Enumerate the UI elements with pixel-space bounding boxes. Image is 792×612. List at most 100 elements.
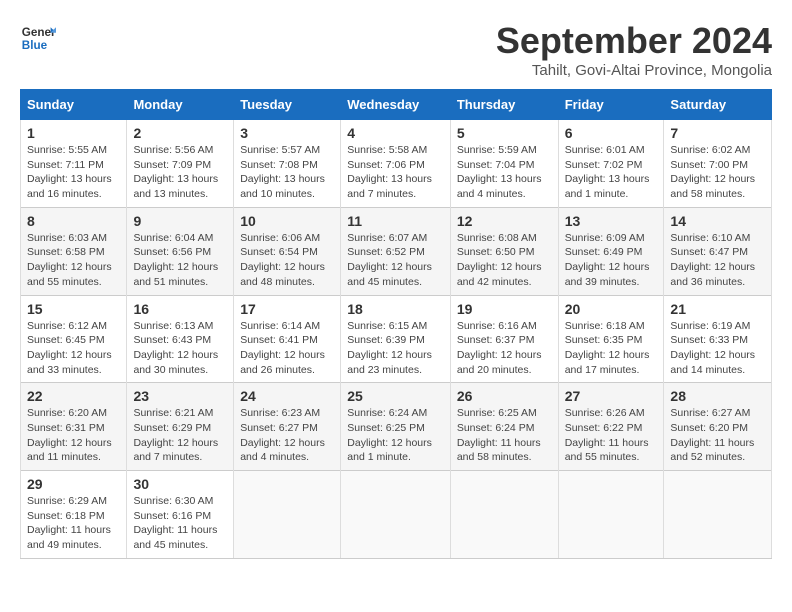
day-number: 9 <box>133 213 227 229</box>
day-number: 6 <box>565 125 658 141</box>
logo: General Blue <box>20 20 56 56</box>
day-number: 7 <box>670 125 765 141</box>
calendar-cell: 28 Sunrise: 6:27 AM Sunset: 6:20 PM Dayli… <box>664 383 772 471</box>
day-info: Sunrise: 6:21 AM Sunset: 6:29 PM Dayligh… <box>133 406 227 465</box>
day-number: 23 <box>133 388 227 404</box>
weekday-header-row: SundayMondayTuesdayWednesdayThursdayFrid… <box>21 90 772 120</box>
calendar-cell <box>450 471 558 559</box>
calendar-cell: 19 Sunrise: 6:16 AM Sunset: 6:37 PM Dayli… <box>450 295 558 383</box>
calendar-cell: 20 Sunrise: 6:18 AM Sunset: 6:35 PM Dayli… <box>558 295 664 383</box>
weekday-header-monday: Monday <box>127 90 234 120</box>
calendar-cell: 4 Sunrise: 5:58 AM Sunset: 7:06 PM Daylig… <box>341 120 451 208</box>
day-number: 22 <box>27 388 120 404</box>
day-info: Sunrise: 6:16 AM Sunset: 6:37 PM Dayligh… <box>457 319 552 378</box>
calendar-cell: 1Sunrise: 5:55 AM Sunset: 7:11 PM Daylig… <box>21 120 127 208</box>
day-info: Sunrise: 6:20 AM Sunset: 6:31 PM Dayligh… <box>27 406 120 465</box>
calendar-cell: 23 Sunrise: 6:21 AM Sunset: 6:29 PM Dayli… <box>127 383 234 471</box>
calendar-cell: 27 Sunrise: 6:26 AM Sunset: 6:22 PM Dayli… <box>558 383 664 471</box>
calendar-cell: 16Sunrise: 6:13 AM Sunset: 6:43 PM Dayli… <box>127 295 234 383</box>
day-info: Sunrise: 6:15 AM Sunset: 6:39 PM Dayligh… <box>347 319 444 378</box>
day-number: 11 <box>347 213 444 229</box>
day-number: 18 <box>347 301 444 317</box>
calendar-cell: 14Sunrise: 6:10 AM Sunset: 6:47 PM Dayli… <box>664 207 772 295</box>
location-subtitle: Tahilt, Govi-Altai Province, Mongolia <box>496 62 772 79</box>
calendar-cell: 30 Sunrise: 6:30 AM Sunset: 6:16 PM Dayli… <box>127 471 234 559</box>
day-number: 17 <box>240 301 334 317</box>
calendar-cell: 3 Sunrise: 5:57 AM Sunset: 7:08 PM Daylig… <box>234 120 341 208</box>
day-info: Sunrise: 6:29 AM Sunset: 6:18 PM Dayligh… <box>27 494 120 553</box>
day-info: Sunrise: 6:23 AM Sunset: 6:27 PM Dayligh… <box>240 406 334 465</box>
weekday-header-thursday: Thursday <box>450 90 558 120</box>
page-header: General Blue September 2024 Tahilt, Govi… <box>20 20 772 79</box>
day-info: Sunrise: 6:06 AM Sunset: 6:54 PM Dayligh… <box>240 231 334 290</box>
day-info: Sunrise: 6:24 AM Sunset: 6:25 PM Dayligh… <box>347 406 444 465</box>
day-number: 3 <box>240 125 334 141</box>
weekday-header-friday: Friday <box>558 90 664 120</box>
weekday-header-wednesday: Wednesday <box>341 90 451 120</box>
svg-text:Blue: Blue <box>22 39 48 52</box>
calendar-cell <box>341 471 451 559</box>
calendar-cell: 22 Sunrise: 6:20 AM Sunset: 6:31 PM Dayli… <box>21 383 127 471</box>
day-info: Sunrise: 6:03 AM Sunset: 6:58 PM Dayligh… <box>27 231 120 290</box>
day-number: 5 <box>457 125 552 141</box>
day-number: 27 <box>565 388 658 404</box>
calendar-cell: 11 Sunrise: 6:07 AM Sunset: 6:52 PM Dayli… <box>341 207 451 295</box>
day-number: 28 <box>670 388 765 404</box>
day-info: Sunrise: 6:26 AM Sunset: 6:22 PM Dayligh… <box>565 406 658 465</box>
calendar-cell: 17 Sunrise: 6:14 AM Sunset: 6:41 PM Dayli… <box>234 295 341 383</box>
calendar-week-3: 15 Sunrise: 6:12 AM Sunset: 6:45 PM Dayli… <box>21 295 772 383</box>
day-number: 2 <box>133 125 227 141</box>
calendar-cell: 12 Sunrise: 6:08 AM Sunset: 6:50 PM Dayli… <box>450 207 558 295</box>
day-number: 14 <box>670 213 765 229</box>
day-number: 12 <box>457 213 552 229</box>
calendar-cell <box>234 471 341 559</box>
logo-icon: General Blue <box>20 20 56 56</box>
calendar-cell: 18 Sunrise: 6:15 AM Sunset: 6:39 PM Dayli… <box>341 295 451 383</box>
day-info: Sunrise: 6:27 AM Sunset: 6:20 PM Dayligh… <box>670 406 765 465</box>
day-number: 24 <box>240 388 334 404</box>
weekday-header-saturday: Saturday <box>664 90 772 120</box>
calendar-cell: 21Sunrise: 6:19 AM Sunset: 6:33 PM Dayli… <box>664 295 772 383</box>
day-info: Sunrise: 6:14 AM Sunset: 6:41 PM Dayligh… <box>240 319 334 378</box>
calendar-week-1: 1Sunrise: 5:55 AM Sunset: 7:11 PM Daylig… <box>21 120 772 208</box>
day-info: Sunrise: 6:18 AM Sunset: 6:35 PM Dayligh… <box>565 319 658 378</box>
calendar-cell: 25Sunrise: 6:24 AM Sunset: 6:25 PM Dayli… <box>341 383 451 471</box>
day-number: 29 <box>27 476 120 492</box>
day-info: Sunrise: 6:04 AM Sunset: 6:56 PM Dayligh… <box>133 231 227 290</box>
day-info: Sunrise: 6:08 AM Sunset: 6:50 PM Dayligh… <box>457 231 552 290</box>
calendar-cell: 5 Sunrise: 5:59 AM Sunset: 7:04 PM Daylig… <box>450 120 558 208</box>
day-number: 19 <box>457 301 552 317</box>
calendar-cell: 26 Sunrise: 6:25 AM Sunset: 6:24 PM Dayli… <box>450 383 558 471</box>
calendar-week-5: 29 Sunrise: 6:29 AM Sunset: 6:18 PM Dayli… <box>21 471 772 559</box>
day-number: 15 <box>27 301 120 317</box>
day-info: Sunrise: 6:25 AM Sunset: 6:24 PM Dayligh… <box>457 406 552 465</box>
day-number: 13 <box>565 213 658 229</box>
calendar-cell: 7Sunrise: 6:02 AM Sunset: 7:00 PM Daylig… <box>664 120 772 208</box>
day-info: Sunrise: 5:56 AM Sunset: 7:09 PM Dayligh… <box>133 143 227 202</box>
weekday-header-sunday: Sunday <box>21 90 127 120</box>
day-number: 21 <box>670 301 765 317</box>
calendar-cell <box>558 471 664 559</box>
day-info: Sunrise: 5:57 AM Sunset: 7:08 PM Dayligh… <box>240 143 334 202</box>
day-number: 30 <box>133 476 227 492</box>
day-info: Sunrise: 6:12 AM Sunset: 6:45 PM Dayligh… <box>27 319 120 378</box>
day-info: Sunrise: 6:30 AM Sunset: 6:16 PM Dayligh… <box>133 494 227 553</box>
day-info: Sunrise: 6:01 AM Sunset: 7:02 PM Dayligh… <box>565 143 658 202</box>
calendar-week-2: 8 Sunrise: 6:03 AM Sunset: 6:58 PM Daylig… <box>21 207 772 295</box>
calendar-cell: 9 Sunrise: 6:04 AM Sunset: 6:56 PM Daylig… <box>127 207 234 295</box>
day-info: Sunrise: 5:59 AM Sunset: 7:04 PM Dayligh… <box>457 143 552 202</box>
day-info: Sunrise: 6:13 AM Sunset: 6:43 PM Dayligh… <box>133 319 227 378</box>
day-info: Sunrise: 5:55 AM Sunset: 7:11 PM Dayligh… <box>27 143 120 202</box>
calendar-cell: 24 Sunrise: 6:23 AM Sunset: 6:27 PM Dayli… <box>234 383 341 471</box>
day-info: Sunrise: 5:58 AM Sunset: 7:06 PM Dayligh… <box>347 143 444 202</box>
day-info: Sunrise: 6:07 AM Sunset: 6:52 PM Dayligh… <box>347 231 444 290</box>
calendar-cell: 8 Sunrise: 6:03 AM Sunset: 6:58 PM Daylig… <box>21 207 127 295</box>
day-number: 26 <box>457 388 552 404</box>
calendar-cell: 29 Sunrise: 6:29 AM Sunset: 6:18 PM Dayli… <box>21 471 127 559</box>
calendar-cell: 10 Sunrise: 6:06 AM Sunset: 6:54 PM Dayli… <box>234 207 341 295</box>
month-title: September 2024 <box>496 20 772 62</box>
day-number: 4 <box>347 125 444 141</box>
day-number: 20 <box>565 301 658 317</box>
day-number: 10 <box>240 213 334 229</box>
day-number: 8 <box>27 213 120 229</box>
